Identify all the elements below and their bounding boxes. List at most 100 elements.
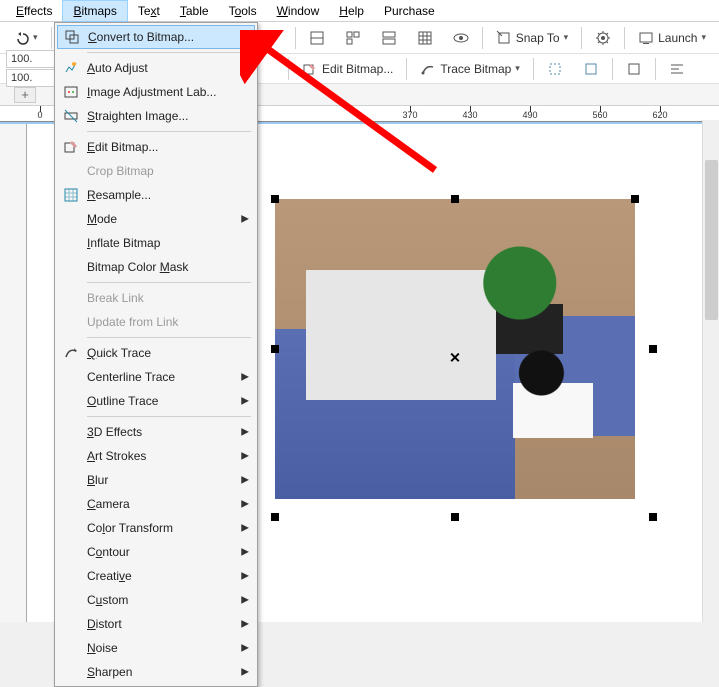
menu-help[interactable]: Help xyxy=(329,1,374,21)
menu-item-centerline-trace[interactable]: Centerline Trace▶ xyxy=(57,365,255,389)
menu-separator xyxy=(87,416,251,417)
menu-item-label: Sharpen xyxy=(87,665,132,679)
menu-item-resample[interactable]: Resample... xyxy=(57,183,255,207)
convert-bitmap-icon xyxy=(63,28,81,46)
straighten-icon xyxy=(62,107,80,125)
menu-item-label: Straighten Image... xyxy=(87,109,188,123)
selection-handle-se[interactable] xyxy=(649,513,657,521)
menu-item-noise[interactable]: Noise▶ xyxy=(57,636,255,660)
menu-item-creative[interactable]: Creative▶ xyxy=(57,564,255,588)
selected-image[interactable]: ✕ xyxy=(275,199,635,499)
submenu-arrow-icon: ▶ xyxy=(241,475,249,486)
menu-purchase[interactable]: Purchase xyxy=(374,1,445,21)
menu-item-label: Crop Bitmap xyxy=(87,164,154,178)
submenu-arrow-icon: ▶ xyxy=(241,619,249,630)
submenu-arrow-icon: ▶ xyxy=(241,643,249,654)
adjustment-lab-icon xyxy=(62,83,80,101)
align-icon[interactable] xyxy=(662,57,692,81)
crop-dashed-icon[interactable] xyxy=(540,57,570,81)
menu-item-label: Update from Link xyxy=(87,315,178,329)
vertical-ruler xyxy=(26,124,40,622)
menu-item-label: Custom xyxy=(87,593,128,607)
ruler-mark: 0 xyxy=(40,106,41,122)
menu-separator xyxy=(87,131,251,132)
menubar: EffectsBitmapsTextTableToolsWindowHelpPu… xyxy=(0,0,719,22)
submenu-arrow-icon: ▶ xyxy=(241,667,249,678)
menu-item-label: Outline Trace xyxy=(87,394,158,408)
grid-icon[interactable] xyxy=(410,26,440,50)
menu-item-custom[interactable]: Custom ▶ xyxy=(57,588,255,612)
ruler-mark: 490 xyxy=(530,106,531,122)
menu-bitmaps[interactable]: Bitmaps xyxy=(62,0,127,22)
eye-icon[interactable] xyxy=(446,29,476,47)
menu-item-crop-bitmap: Crop Bitmap xyxy=(57,159,255,183)
menu-window[interactable]: Window xyxy=(267,1,330,21)
selection-handle-sw[interactable] xyxy=(271,513,279,521)
menu-tools[interactable]: Tools xyxy=(219,1,267,21)
menu-item-mode[interactable]: Mode▶ xyxy=(57,207,255,231)
menu-effects[interactable]: Effects xyxy=(6,1,62,21)
menu-item-image-adjustment-lab[interactable]: Image Adjustment Lab... xyxy=(57,80,255,104)
menu-item-quick-trace[interactable]: Quick Trace xyxy=(57,341,255,365)
menu-separator xyxy=(87,337,251,338)
menu-item-distort[interactable]: Distort▶ xyxy=(57,612,255,636)
menu-separator xyxy=(87,282,251,283)
menu-item-straighten-image[interactable]: Straighten Image... xyxy=(57,104,255,128)
auto-adjust-icon xyxy=(62,59,80,77)
settings-icon[interactable] xyxy=(588,26,618,50)
submenu-arrow-icon: ▶ xyxy=(241,595,249,606)
trace-bitmap-button[interactable]: Trace Bitmap ▾ xyxy=(413,57,526,81)
selection-handle-e[interactable] xyxy=(649,345,657,353)
submenu-arrow-icon: ▶ xyxy=(241,547,249,558)
bitmaps-menu: Convert to Bitmap... Auto Adjust Image Adj… xyxy=(54,22,258,687)
selection-handle-nw[interactable] xyxy=(271,195,279,203)
selection-handle-n[interactable] xyxy=(451,195,459,203)
menu-item-label: Inflate Bitmap xyxy=(87,236,160,250)
menu-item-color-transform[interactable]: Color Transform▶ xyxy=(57,516,255,540)
add-page-button[interactable]: + xyxy=(14,87,36,103)
menu-item-3d-effects[interactable]: 3D Effects▶ xyxy=(57,420,255,444)
layout-icon-1[interactable] xyxy=(302,26,332,50)
menu-item-art-strokes[interactable]: Art Strokes▶ xyxy=(57,444,255,468)
vertical-scrollbar[interactable] xyxy=(702,120,719,622)
submenu-arrow-icon: ▶ xyxy=(241,396,249,407)
quick-trace-icon xyxy=(62,344,80,362)
edit-bitmap-button[interactable]: Edit Bitmap... xyxy=(295,57,400,81)
value-x[interactable]: 100. xyxy=(6,50,56,68)
menu-item-contour[interactable]: Contour▶ xyxy=(57,540,255,564)
menu-item-auto-adjust[interactable]: Auto Adjust xyxy=(57,56,255,80)
menu-item-blur[interactable]: Blur▶ xyxy=(57,468,255,492)
trace-bitmap-label: Trace Bitmap xyxy=(440,62,511,76)
menu-item-label: Art Strokes xyxy=(87,449,146,463)
menu-text[interactable]: Text xyxy=(128,1,170,21)
crop-solid-icon[interactable] xyxy=(576,57,606,81)
undo-button[interactable]: ▾ xyxy=(6,26,45,50)
submenu-arrow-icon: ▶ xyxy=(241,372,249,383)
menu-item-break-link: Break Link xyxy=(57,286,255,310)
ruler-mark: 370 xyxy=(410,106,411,122)
value-y[interactable]: 100. xyxy=(6,69,56,87)
menu-item-bitmap-color-mask[interactable]: Bitmap Color Mask xyxy=(57,255,255,279)
menu-item-camera[interactable]: Camera▶ xyxy=(57,492,255,516)
scrollbar-thumb[interactable] xyxy=(705,160,718,320)
menu-separator xyxy=(87,52,251,53)
menu-item-label: Image Adjustment Lab... xyxy=(87,85,216,99)
snap-to-dropdown[interactable]: Snap To ▾ xyxy=(489,26,575,50)
layout-icon-2[interactable] xyxy=(338,26,368,50)
selection-center-icon: ✕ xyxy=(449,350,461,367)
menu-table[interactable]: Table xyxy=(170,1,219,21)
layout-icon-3[interactable] xyxy=(374,26,404,50)
submenu-arrow-icon: ▶ xyxy=(241,214,249,225)
menu-item-outline-trace[interactable]: Outline Trace ▶ xyxy=(57,389,255,413)
ruler-mark: 620 xyxy=(660,106,661,122)
selection-handle-ne[interactable] xyxy=(631,195,639,203)
bounding-box-icon[interactable] xyxy=(619,57,649,81)
menu-item-convert-to-bitmap[interactable]: Convert to Bitmap... xyxy=(57,25,255,49)
submenu-arrow-icon: ▶ xyxy=(241,523,249,534)
menu-item-sharpen[interactable]: Sharpen ▶ xyxy=(57,660,255,684)
selection-handle-s[interactable] xyxy=(451,513,459,521)
selection-handle-w[interactable] xyxy=(271,345,279,353)
menu-item-inflate-bitmap[interactable]: Inflate Bitmap xyxy=(57,231,255,255)
menu-item-edit-bitmap[interactable]: Edit Bitmap... xyxy=(57,135,255,159)
launch-dropdown[interactable]: Launch ▾ xyxy=(631,26,713,50)
